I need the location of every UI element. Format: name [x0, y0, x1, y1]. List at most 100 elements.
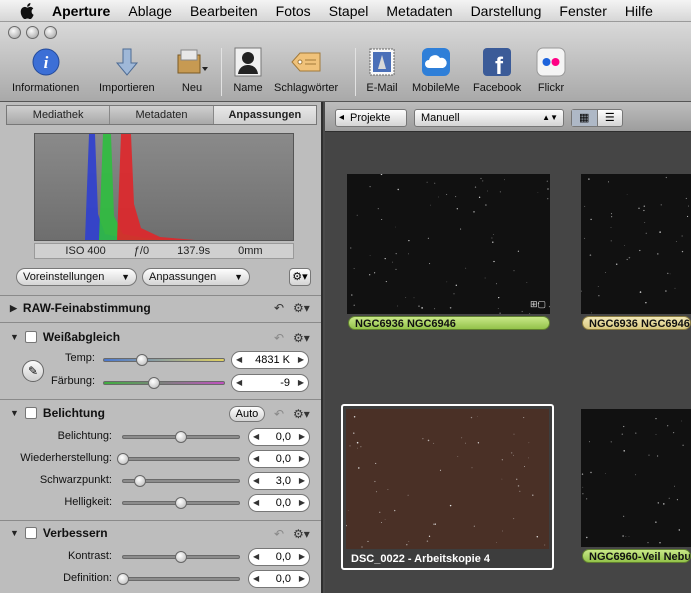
section-white-balance[interactable]: ▼ Weißabgleich: [10, 330, 120, 344]
tint-slider[interactable]: [103, 377, 225, 389]
increment-arrow-icon[interactable]: ▶: [299, 549, 305, 565]
menu-metadaten[interactable]: Metadaten: [386, 3, 452, 19]
mobileme-button[interactable]: MobileMe: [412, 46, 460, 94]
flickr-button[interactable]: Flickr: [535, 46, 567, 94]
disclosure-closed-icon[interactable]: ▶: [10, 303, 17, 314]
zoom-window-button[interactable]: [44, 26, 57, 39]
action-gear-button[interactable]: ⚙▾: [289, 268, 311, 286]
menu-stapel[interactable]: Stapel: [329, 3, 369, 19]
sort-popup[interactable]: Manuell ▲▼: [414, 109, 564, 127]
section-enhance[interactable]: ▼ Verbessern: [10, 526, 108, 540]
recovery-stepper[interactable]: ◀ 0,0 ▶: [248, 450, 310, 468]
increment-arrow-icon[interactable]: ▶: [299, 429, 305, 445]
decrement-arrow-icon[interactable]: ◀: [253, 549, 259, 565]
increment-arrow-icon[interactable]: ▶: [298, 375, 304, 391]
tab-anpassungen[interactable]: Anpassungen: [213, 106, 316, 124]
email-button[interactable]: E-Mail: [366, 46, 398, 94]
increment-arrow-icon[interactable]: ▶: [299, 451, 305, 467]
brightness-slider[interactable]: [122, 497, 240, 509]
importieren-button[interactable]: Importieren: [99, 46, 155, 94]
decrement-arrow-icon[interactable]: ◀: [253, 495, 259, 511]
decrement-arrow-icon[interactable]: ◀: [253, 451, 259, 467]
projects-back-button[interactable]: Projekte: [335, 109, 407, 127]
decrement-arrow-icon[interactable]: ◀: [236, 352, 242, 368]
neu-button[interactable]: Neu: [176, 46, 208, 94]
white-balance-checkbox[interactable]: [24, 331, 37, 343]
thumbnail-caption[interactable]: NGC6936 NGC6946: [348, 316, 550, 330]
definition-stepper[interactable]: ◀ 0,0 ▶: [248, 570, 310, 588]
name-button[interactable]: Name: [232, 46, 264, 94]
disclosure-open-icon[interactable]: ▼: [10, 332, 19, 342]
black-point-slider[interactable]: [122, 475, 240, 487]
minimize-window-button[interactable]: [26, 26, 39, 39]
thumbnail-image[interactable]: ⊞▢: [347, 174, 550, 314]
auto-exposure-button[interactable]: Auto: [229, 406, 265, 422]
exposure-slider[interactable]: [122, 431, 240, 443]
list-view-icon[interactable]: ☰: [598, 110, 623, 126]
enhance-checkbox[interactable]: [24, 527, 37, 539]
menu-app-name[interactable]: Aperture: [52, 3, 110, 19]
thumbnail-image[interactable]: [581, 174, 691, 314]
thumbnail-caption[interactable]: DSC_0022 - Arbeitskopie 4: [345, 552, 550, 566]
temp-slider[interactable]: [103, 354, 225, 366]
grid-view-icon[interactable]: ▦: [572, 110, 598, 126]
increment-arrow-icon[interactable]: ▶: [299, 495, 305, 511]
eyedropper-button[interactable]: ✎: [22, 360, 44, 382]
reset-icon[interactable]: ↶: [274, 407, 284, 421]
increment-arrow-icon[interactable]: ▶: [299, 473, 305, 489]
contrast-slider[interactable]: [122, 551, 240, 563]
menu-fenster[interactable]: Fenster: [559, 3, 606, 19]
gear-icon[interactable]: ⚙▾: [293, 301, 310, 315]
contrast-stepper[interactable]: ◀ 0,0 ▶: [248, 548, 310, 566]
brightness-stepper[interactable]: ◀ 0,0 ▶: [248, 494, 310, 512]
definition-slider[interactable]: [117, 573, 240, 585]
informationen-button[interactable]: i Informationen: [12, 46, 79, 94]
reset-icon[interactable]: ↶: [274, 301, 284, 315]
tint-slider-knob[interactable]: [148, 377, 161, 389]
increment-arrow-icon[interactable]: ▶: [299, 571, 305, 587]
reset-icon[interactable]: ↶: [274, 331, 284, 345]
tab-mediathek[interactable]: Mediathek: [7, 106, 111, 124]
definition-slider-knob[interactable]: [117, 573, 129, 585]
thumbnail-image[interactable]: [581, 409, 691, 547]
menu-darstellung[interactable]: Darstellung: [471, 3, 542, 19]
disclosure-open-icon[interactable]: ▼: [10, 528, 19, 538]
gear-icon[interactable]: ⚙▾: [293, 407, 310, 421]
decrement-arrow-icon[interactable]: ◀: [253, 429, 259, 445]
brightness-slider-knob[interactable]: [175, 497, 187, 509]
gear-icon[interactable]: ⚙▾: [293, 331, 310, 345]
facebook-button[interactable]: f Facebook: [473, 46, 521, 94]
temp-slider-knob[interactable]: [136, 354, 149, 366]
presets-popup[interactable]: Voreinstellungen ▼: [16, 268, 137, 286]
thumbnail-caption[interactable]: NGC6960-Veil Nebul: [582, 549, 691, 563]
thumbnail-caption[interactable]: NGC6936 NGC6946_: [582, 316, 691, 330]
exposure-slider-knob[interactable]: [175, 431, 187, 443]
menu-bearbeiten[interactable]: Bearbeiten: [190, 3, 258, 19]
decrement-arrow-icon[interactable]: ◀: [236, 375, 242, 391]
selected-thumbnail[interactable]: DSC_0022 - Arbeitskopie 4: [341, 404, 554, 570]
close-window-button[interactable]: [8, 26, 21, 39]
contrast-slider-knob[interactable]: [175, 551, 187, 563]
thumbnail-image[interactable]: [346, 409, 549, 549]
increment-arrow-icon[interactable]: ▶: [298, 352, 304, 368]
menu-hilfe[interactable]: Hilfe: [625, 3, 653, 19]
recovery-slider-knob[interactable]: [117, 453, 129, 465]
section-raw-fine-tuning[interactable]: ▶ RAW-Feinabstimmung: [10, 301, 151, 315]
menu-fotos[interactable]: Fotos: [276, 3, 311, 19]
apple-menu-icon[interactable]: [16, 2, 38, 19]
disclosure-open-icon[interactable]: ▼: [10, 408, 19, 418]
menu-ablage[interactable]: Ablage: [128, 3, 172, 19]
decrement-arrow-icon[interactable]: ◀: [253, 473, 259, 489]
adjustments-popup[interactable]: Anpassungen ▼: [142, 268, 250, 286]
exposure-stepper[interactable]: ◀ 0,0 ▶: [248, 428, 310, 446]
tint-stepper[interactable]: ◀ -9 ▶: [231, 374, 309, 392]
exposure-checkbox[interactable]: [24, 407, 37, 419]
black-point-slider-knob[interactable]: [134, 475, 147, 487]
gear-icon[interactable]: ⚙▾: [293, 527, 310, 541]
decrement-arrow-icon[interactable]: ◀: [253, 571, 259, 587]
recovery-slider[interactable]: [117, 453, 240, 465]
temp-stepper[interactable]: ◀ 4831 K ▶: [231, 351, 309, 369]
black-point-stepper[interactable]: ◀ 3,0 ▶: [248, 472, 310, 490]
reset-icon[interactable]: ↶: [274, 527, 284, 541]
schlagwoerter-button[interactable]: Schlagwörter: [274, 46, 338, 94]
